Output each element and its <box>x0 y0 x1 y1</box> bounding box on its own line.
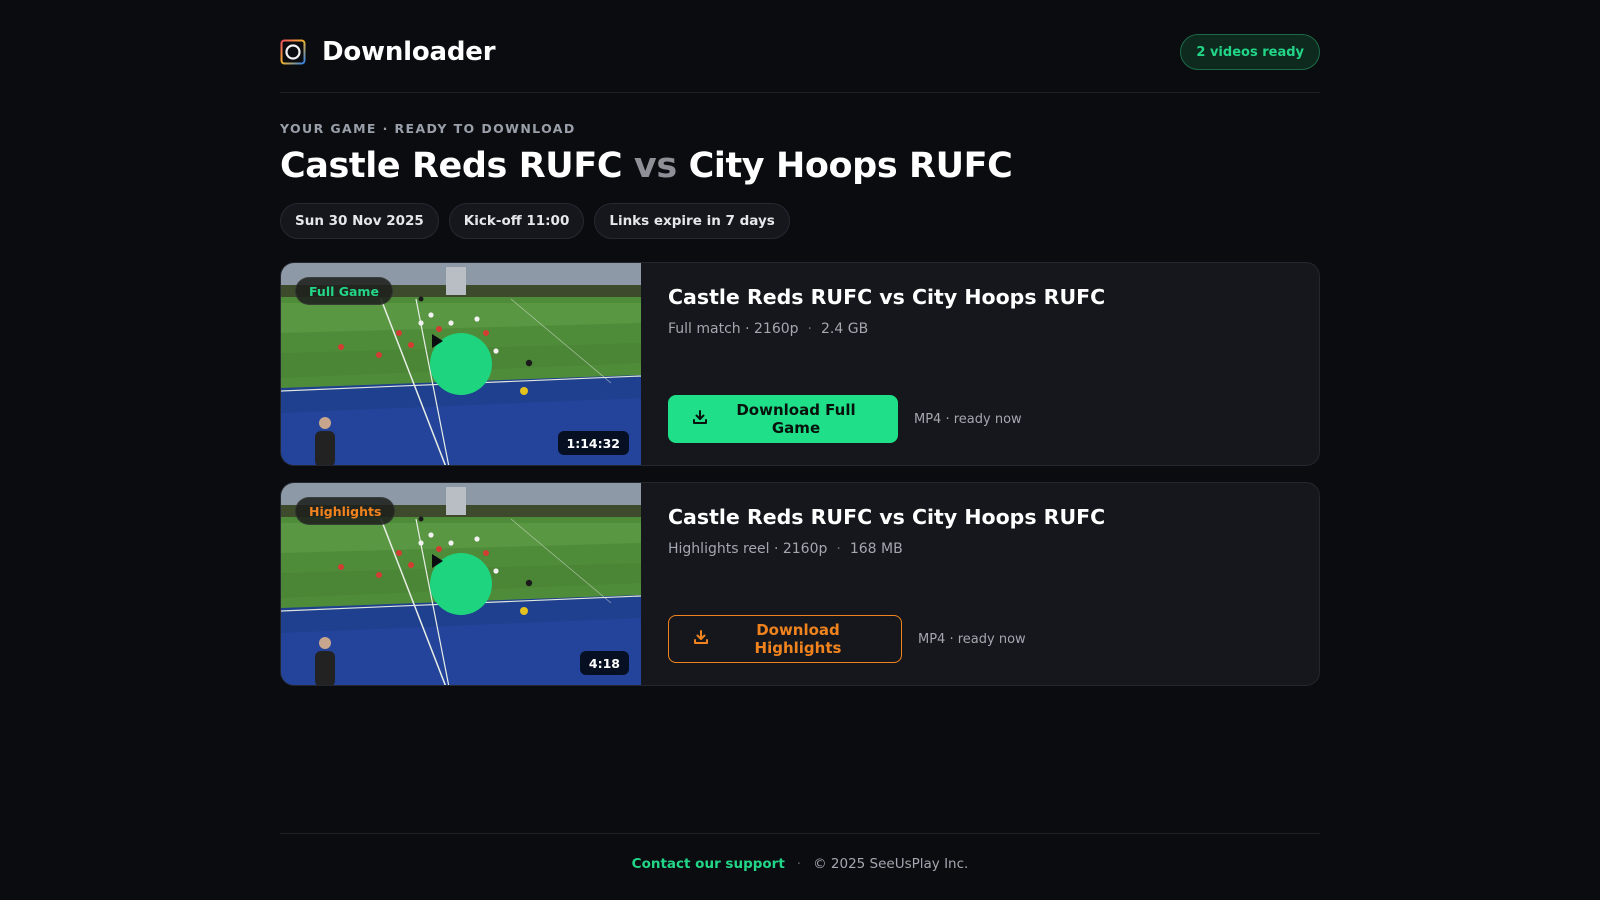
download-icon <box>693 629 709 649</box>
download-row: Download Full Game MP4 · ready now <box>668 395 1022 443</box>
page-title: Castle Reds RUFC vs City Hoops RUFC <box>280 146 1013 186</box>
download-button-label: Download Full Game <box>736 401 856 437</box>
videos-ready-badge: 2 videos ready <box>1180 34 1320 70</box>
download-row: Download Highlights MP4 · ready now <box>668 615 1026 663</box>
format-note: MP4 · ready now <box>914 411 1022 427</box>
eyebrow-label: YOUR GAME · READY TO DOWNLOAD <box>280 121 576 136</box>
video-thumbnail[interactable]: Highlights 4:18 <box>281 483 641 685</box>
play-button[interactable] <box>430 333 492 395</box>
format-note: MP4 · ready now <box>918 631 1026 647</box>
video-card-highlights: Highlights 4:18 Castle Reds RUFC vs City… <box>280 482 1320 686</box>
copyright: © 2025 SeeUsPlay Inc. <box>813 856 969 872</box>
page: Downloader 2 videos ready YOUR GAME · RE… <box>280 0 1320 900</box>
footer: Contact our support · © 2025 SeeUsPlay I… <box>280 856 1320 872</box>
ring-logo-icon <box>280 39 306 65</box>
video-title: Castle Reds RUFC vs City Hoops RUFC <box>668 505 1106 529</box>
play-button[interactable] <box>430 553 492 615</box>
download-highlights-button[interactable]: Download Highlights <box>668 615 902 663</box>
video-thumbnail[interactable]: Full Game 1:14:32 <box>281 263 641 465</box>
video-size: 168 MB <box>849 541 903 557</box>
meta-separator: · <box>807 321 812 337</box>
header-divider <box>280 92 1320 93</box>
video-meta: Full match · 2160p · 2.4 GB <box>668 321 868 337</box>
kickoff-chip: Kick-off 11:00 <box>448 203 585 239</box>
brand-name: Downloader <box>322 37 496 67</box>
video-description: Full match · 2160p <box>668 321 799 337</box>
video-info: Castle Reds RUFC vs City Hoops RUFC Full… <box>668 263 1298 465</box>
home-team: Castle Reds RUFC <box>280 146 623 186</box>
contact-support-link[interactable]: Contact our support <box>632 856 785 872</box>
download-icon <box>692 409 708 429</box>
expiry-chip: Links expire in 7 days <box>594 203 790 239</box>
video-meta: Highlights reel · 2160p · 168 MB <box>668 541 903 557</box>
vs-label: vs <box>633 146 677 186</box>
away-team: City Hoops RUFC <box>688 146 1013 186</box>
video-card-full-game: Full Game 1:14:32 Castle Reds RUFC vs Ci… <box>280 262 1320 466</box>
video-title: Castle Reds RUFC vs City Hoops RUFC <box>668 285 1106 309</box>
video-type-tag: Full Game <box>295 277 393 305</box>
date-chip: Sun 30 Nov 2025 <box>280 203 439 239</box>
video-info: Castle Reds RUFC vs City Hoops RUFC High… <box>668 483 1298 685</box>
match-info-chips: Sun 30 Nov 2025 Kick-off 11:00 Links exp… <box>280 203 790 239</box>
download-button-label: Download Highlights <box>754 621 842 657</box>
meta-separator: · <box>836 541 841 557</box>
brand[interactable]: Downloader <box>280 37 496 67</box>
video-description: Highlights reel · 2160p <box>668 541 828 557</box>
download-full-game-button[interactable]: Download Full Game <box>668 395 898 443</box>
video-duration: 1:14:32 <box>557 431 629 455</box>
footer-divider <box>280 833 1320 834</box>
app-header: Downloader 2 videos ready <box>280 34 1320 70</box>
video-duration: 4:18 <box>579 651 629 675</box>
video-type-tag: Highlights <box>295 497 396 525</box>
footer-separator: · <box>796 856 802 872</box>
video-size: 2.4 GB <box>821 321 869 337</box>
